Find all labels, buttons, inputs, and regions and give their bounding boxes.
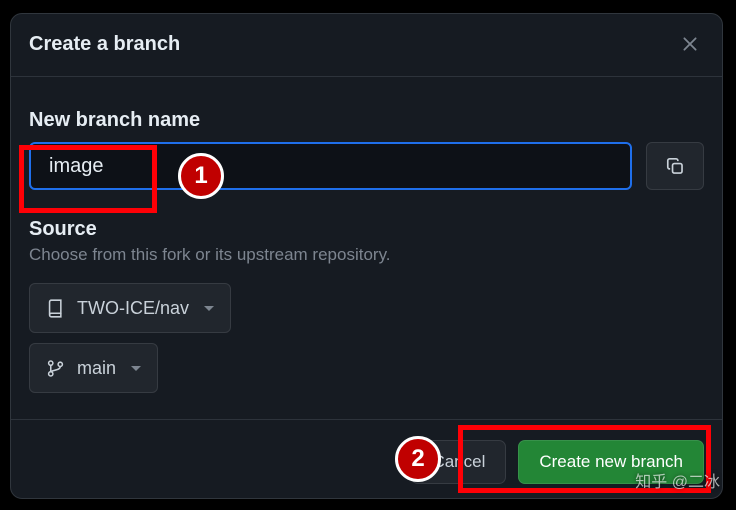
cancel-button-label: Cancel — [432, 452, 485, 472]
dialog-body: New branch name Source Choose from this … — [11, 77, 722, 419]
dialog-footer: Cancel Create new branch — [11, 419, 722, 506]
branch-name-input[interactable] — [29, 142, 632, 190]
source-help-text: Choose from this fork or its upstream re… — [29, 245, 704, 265]
branch-selector-text: main — [77, 358, 116, 379]
cancel-button[interactable]: Cancel — [411, 440, 506, 484]
branch-name-row — [29, 142, 704, 190]
dialog-title: Create a branch — [29, 33, 180, 56]
git-branch-icon — [46, 359, 65, 378]
branch-selector[interactable]: main — [29, 343, 158, 393]
close-icon — [681, 35, 699, 53]
branch-name-label: New branch name — [29, 109, 704, 132]
source-label: Source — [29, 218, 704, 241]
chevron-down-icon — [131, 366, 141, 371]
copy-icon — [666, 157, 685, 176]
create-branch-button[interactable]: Create new branch — [518, 440, 704, 484]
chevron-down-icon — [204, 306, 214, 311]
create-branch-button-label: Create new branch — [539, 452, 683, 472]
repo-icon — [46, 299, 65, 318]
repo-selector[interactable]: TWO-ICE/nav — [29, 283, 231, 333]
close-button[interactable] — [676, 30, 704, 58]
repo-selector-text: TWO-ICE/nav — [77, 298, 189, 319]
dialog-header: Create a branch — [11, 14, 722, 77]
copy-button[interactable] — [646, 142, 704, 190]
create-branch-dialog: Create a branch New branch name Source C… — [10, 13, 723, 499]
